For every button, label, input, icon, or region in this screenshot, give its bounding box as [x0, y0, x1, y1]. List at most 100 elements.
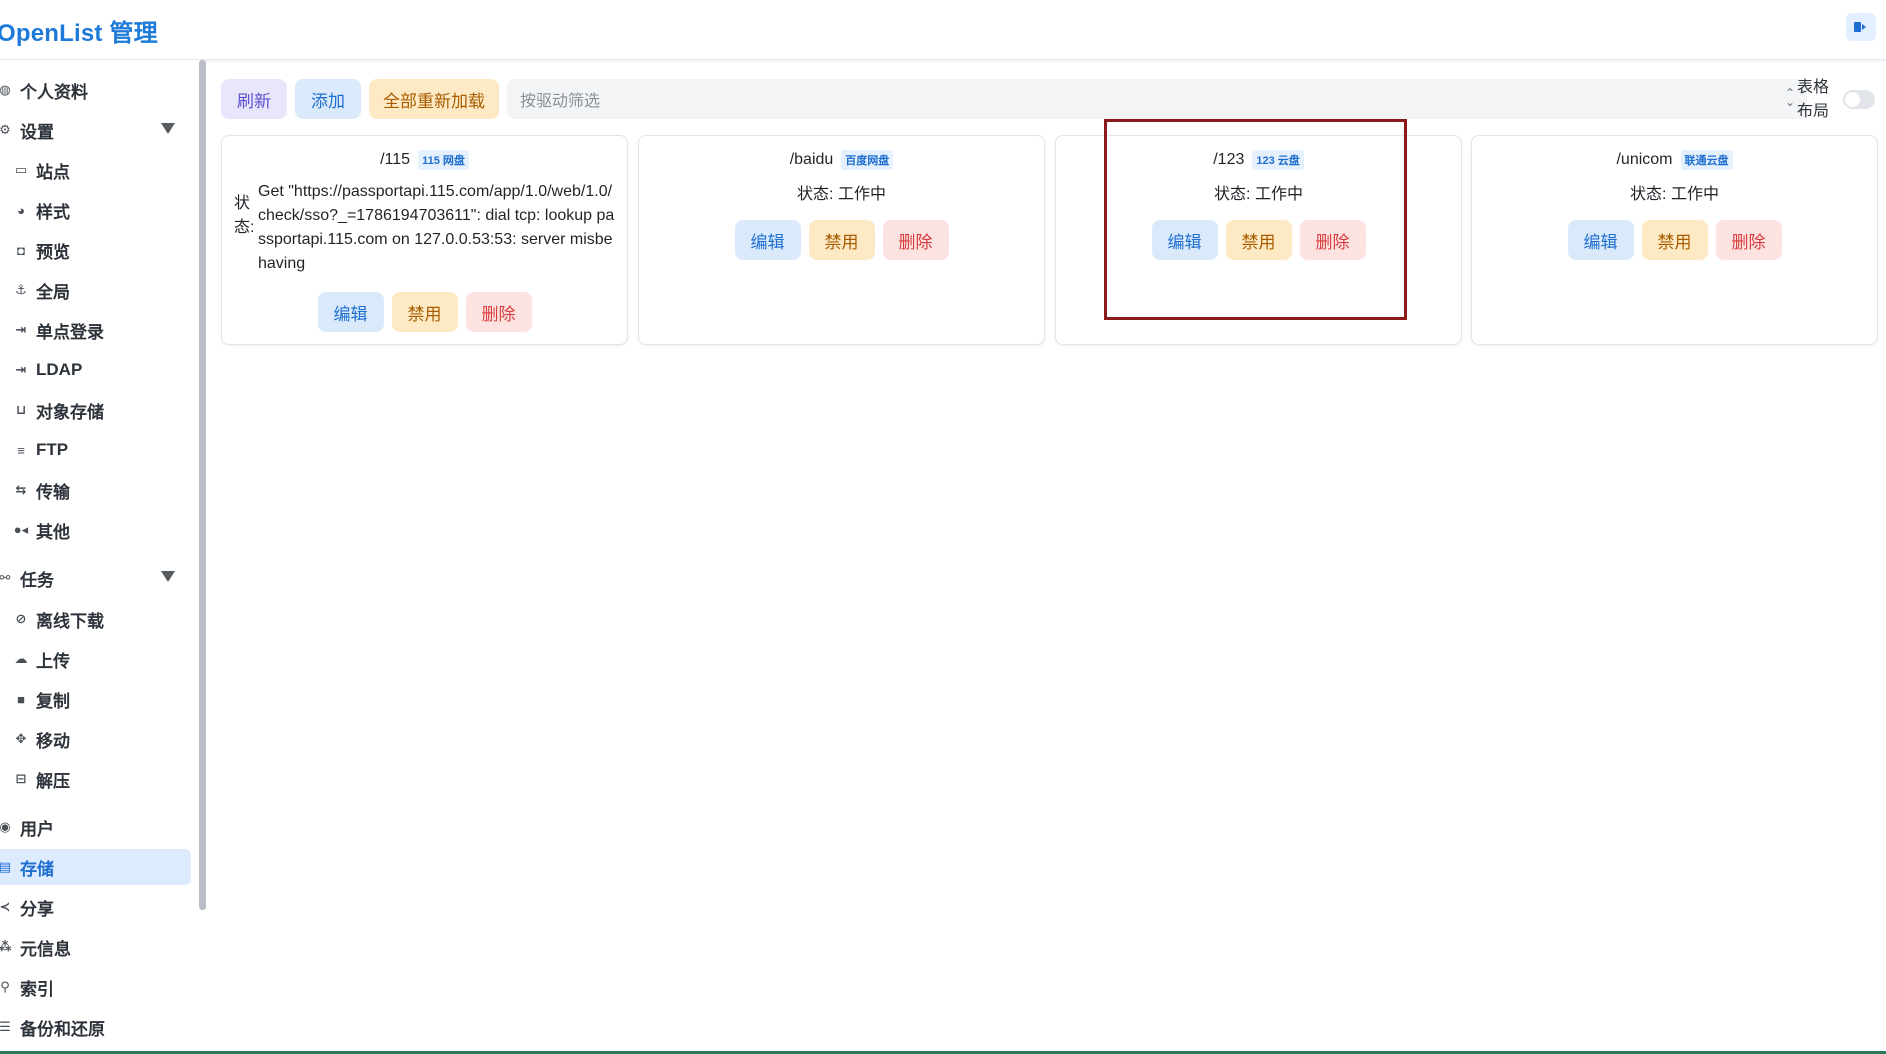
sidebar-item-sso[interactable]: ⇥ 单点登录: [0, 312, 191, 348]
database-icon: ☰: [0, 1019, 11, 1034]
sidebar-item-ldap[interactable]: ⇥ LDAP: [0, 352, 191, 388]
sidebar-item-style[interactable]: ◕ 样式: [0, 192, 191, 228]
sidebar-item-label: 解压: [36, 771, 70, 791]
chevron-down-icon: [161, 123, 175, 134]
status-label: 状态:: [234, 195, 255, 236]
sidebar-item-object-storage[interactable]: ⊔ 对象存储: [0, 392, 191, 428]
card-actions: 编辑 禁用 删除: [1056, 220, 1461, 260]
status-message: Get "https://passportapi.115.com/app/1.0…: [258, 183, 615, 272]
driver-badge: 百度网盘: [841, 150, 894, 170]
move-icon: ✥: [15, 731, 27, 746]
sidebar-item-label: 分享: [20, 899, 54, 919]
sidebar-item-ftp[interactable]: ≡ FTP: [0, 432, 191, 468]
mount-path: /baidu: [789, 151, 834, 168]
delete-button[interactable]: 删除: [882, 220, 949, 260]
edit-button[interactable]: 编辑: [1151, 220, 1218, 260]
sidebar-item-label: 个人资料: [20, 82, 88, 102]
logout-icon: [1854, 22, 1866, 32]
card-actions: 编辑 禁用 删除: [1472, 220, 1877, 260]
sidebar-item-label: 传输: [36, 482, 70, 502]
ftp-icon: ≡: [17, 442, 25, 458]
sidebar: ◍ 个人资料 ⚙ 设置 ▭ 站点 ◕ 样式 ◘ 预览 ⚓ 全局 ⇥ 单点登录 ⇥…: [0, 60, 200, 1054]
sidebar-item-label: 元信息: [20, 939, 71, 959]
sidebar-item-profile[interactable]: ◍ 个人资料: [0, 72, 191, 108]
driver-filter-placeholder: 按驱动筛选: [520, 93, 601, 110]
reload-all-button[interactable]: 全部重新加载: [369, 79, 499, 119]
sidebar-item-share[interactable]: ≺ 分享: [0, 889, 191, 925]
sidebar-item-label: 备份和还原: [20, 1019, 105, 1039]
status-text: 状态: 工作中: [1214, 186, 1303, 203]
archive-icon: ⊟: [15, 771, 27, 786]
sidebar-item-decompress[interactable]: ⊟ 解压: [0, 761, 191, 797]
disable-button[interactable]: 禁用: [391, 292, 458, 332]
user-icon: ◉: [0, 819, 11, 834]
chevron-down-icon: [161, 571, 175, 582]
sidebar-item-upload[interactable]: ☁ 上传: [0, 641, 191, 677]
sidebar-item-other[interactable]: ●◂ 其他: [0, 512, 191, 548]
sidebar-item-index[interactable]: ⚲ 索引: [0, 969, 191, 1005]
transfer-icon: ⇆: [15, 482, 27, 497]
sidebar-item-label: 站点: [36, 162, 70, 182]
mount-path: /unicom: [1616, 151, 1673, 168]
driver-badge: 115 网盘: [418, 150, 469, 170]
sidebar-item-label: 设置: [20, 122, 54, 142]
dots-icon: ●◂: [13, 522, 29, 537]
driver-filter-select[interactable]: 按驱动筛选 ⌃ ⌄: [507, 79, 1807, 119]
disable-button[interactable]: 禁用: [1225, 220, 1292, 260]
sidebar-item-label: 上传: [36, 651, 70, 671]
disable-button[interactable]: 禁用: [808, 220, 875, 260]
sidebar-item-backup-restore[interactable]: ☰ 备份和还原: [0, 1009, 191, 1045]
delete-button[interactable]: 删除: [1715, 220, 1782, 260]
sidebar-item-users[interactable]: ◉ 用户: [0, 809, 191, 845]
sidebar-item-label: 复制: [36, 691, 70, 711]
edit-button[interactable]: 编辑: [1567, 220, 1634, 260]
sidebar-item-move[interactable]: ✥ 移动: [0, 721, 191, 757]
anchor-icon: ⚓: [15, 282, 27, 297]
sidebar-item-label: 全局: [36, 282, 70, 302]
user-profile-icon: ◍: [0, 82, 11, 97]
sidebar-item-label: LDAP: [36, 360, 83, 379]
sidebar-item-meta[interactable]: ⁂ 元信息: [0, 929, 191, 965]
login-icon: ⇥: [15, 362, 27, 377]
sidebar-scrollbar[interactable]: [199, 60, 206, 910]
palette-icon: ◕: [17, 202, 25, 218]
sidebar-item-label: 移动: [36, 731, 70, 751]
sidebar-item-global[interactable]: ⚓ 全局: [0, 272, 191, 308]
sidebar-item-offline-download[interactable]: ⊘ 离线下载: [0, 601, 191, 637]
updown-chevron-icon: ⌃ ⌄: [1784, 86, 1795, 109]
sidebar-item-label: 对象存储: [36, 402, 104, 422]
driver-badge: 联通云盘: [1680, 150, 1733, 170]
card-header: /123 123 云盘: [1056, 150, 1461, 170]
card-actions: 编辑 禁用 删除: [639, 220, 1044, 260]
card-header: /baidu 百度网盘: [639, 150, 1044, 170]
sidebar-item-label: 用户: [20, 819, 54, 839]
sidebar-item-tasks[interactable]: ⚯ 任务: [0, 560, 191, 596]
offline-download-icon: ⊘: [15, 611, 27, 626]
table-layout-toggle[interactable]: [1843, 90, 1875, 109]
sidebar-item-storage[interactable]: ▤ 存储: [0, 849, 191, 885]
delete-button[interactable]: 删除: [465, 292, 532, 332]
camera-icon: ◘: [17, 242, 25, 258]
status-error: 状态: Get "https://passportapi.115.com/app…: [234, 180, 619, 276]
sidebar-item-label: 样式: [36, 202, 70, 222]
driver-badge: 123 云盘: [1252, 150, 1304, 170]
edit-button[interactable]: 编辑: [734, 220, 801, 260]
sidebar-item-transfer[interactable]: ⇆ 传输: [0, 472, 191, 508]
delete-button[interactable]: 删除: [1299, 220, 1366, 260]
storage-icon: ▤: [0, 859, 12, 874]
sidebar-item-site[interactable]: ▭ 站点: [0, 152, 191, 188]
disable-button[interactable]: 禁用: [1641, 220, 1708, 260]
edit-button[interactable]: 编辑: [317, 292, 384, 332]
sidebar-item-settings[interactable]: ⚙ 设置: [0, 112, 191, 148]
copy-icon: ■: [17, 691, 25, 707]
top-header: OpenList 管理: [0, 0, 1886, 60]
mount-path: /123: [1213, 151, 1245, 168]
status-text: 状态: 工作中: [797, 186, 886, 203]
card-actions: 编辑 禁用 删除: [222, 292, 627, 332]
sidebar-item-preview[interactable]: ◘ 预览: [0, 232, 191, 268]
sidebar-item-copy[interactable]: ■ 复制: [0, 681, 191, 717]
logout-button[interactable]: [1846, 13, 1876, 41]
add-storage-button[interactable]: 添加: [295, 79, 361, 119]
refresh-button[interactable]: 刷新: [221, 79, 287, 119]
table-layout-label: 表格布局: [1797, 79, 1830, 120]
